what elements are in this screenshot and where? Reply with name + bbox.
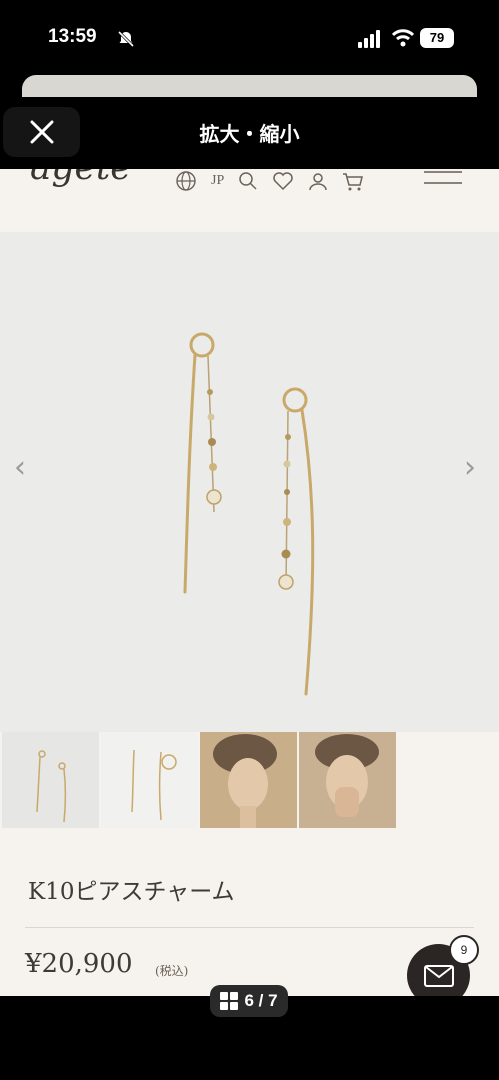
thumbnail-4[interactable] — [299, 732, 396, 828]
pager-text: 6 / 7 — [244, 991, 278, 1010]
product-page: agete JP — [0, 169, 499, 996]
notification-badge: 9 — [449, 935, 479, 965]
earrings-illustration — [183, 332, 315, 696]
thumbnail-3[interactable] — [200, 732, 297, 828]
thumbnail-2[interactable] — [101, 732, 198, 828]
viewer-title: 拡大・縮小 — [199, 122, 300, 146]
product-hero-image: ‹ › — [0, 232, 499, 732]
mail-icon — [423, 964, 454, 987]
thumbnail-strip — [2, 732, 402, 828]
sheet-background-edge — [22, 75, 477, 97]
prev-image-arrow[interactable]: ‹ — [14, 450, 26, 485]
product-name: K10ピアスチャーム — [28, 879, 235, 905]
globe-icon[interactable] — [175, 170, 197, 192]
image-pager[interactable]: 6 / 7 — [210, 985, 288, 1017]
cellular-signal-icon — [358, 30, 380, 48]
user-icon[interactable] — [308, 171, 328, 191]
cart-icon[interactable] — [342, 171, 364, 191]
heart-icon[interactable] — [272, 171, 294, 191]
wifi-icon — [392, 29, 414, 47]
tax-label: (税込) — [155, 964, 189, 978]
menu-icon[interactable] — [424, 171, 462, 193]
divider — [25, 927, 474, 928]
thumbnail-1[interactable] — [2, 732, 99, 828]
search-icon[interactable] — [238, 171, 258, 191]
header-icons: JP — [175, 169, 364, 193]
bell-muted-icon — [117, 30, 135, 48]
product-price: ¥20,900 — [25, 949, 133, 979]
language-label[interactable]: JP — [211, 173, 224, 189]
grid-icon — [220, 992, 239, 1010]
next-image-arrow[interactable]: › — [464, 450, 476, 485]
status-time: 13:59 — [48, 26, 97, 47]
site-logo[interactable]: agete — [30, 169, 132, 188]
battery-indicator: 79 — [420, 28, 454, 48]
